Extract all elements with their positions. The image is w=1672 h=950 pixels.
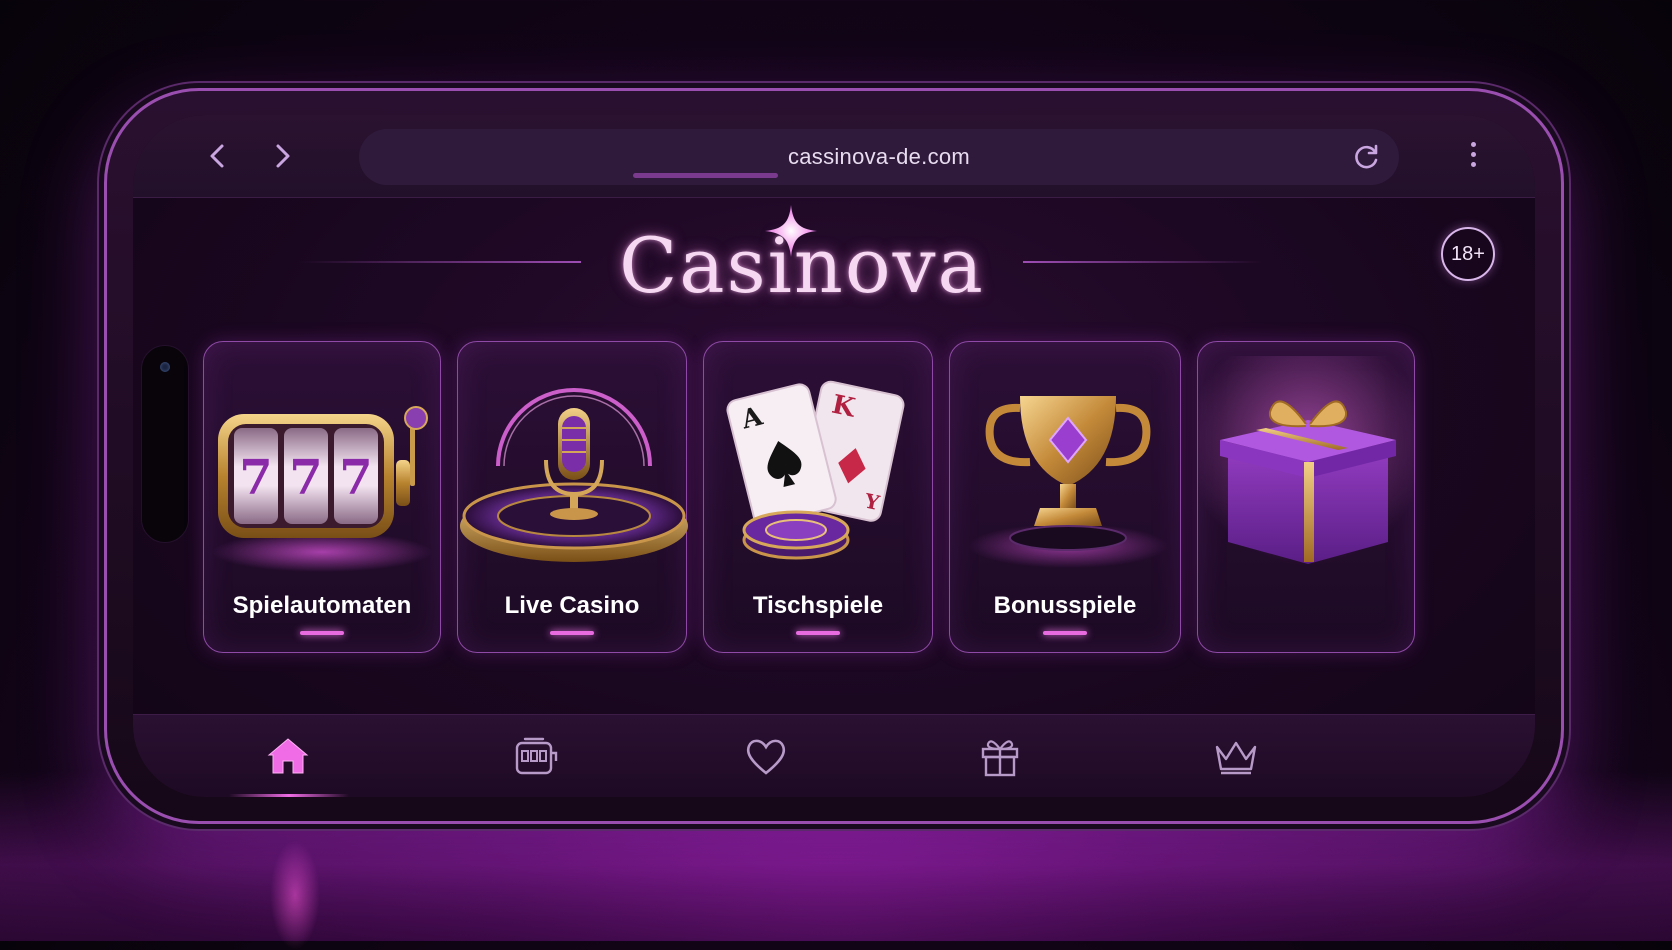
active-tab-indicator	[229, 794, 349, 797]
category-label: Spielautomaten	[232, 592, 412, 619]
gift-box-icon	[1198, 356, 1416, 576]
brand-logo-text: Casinova	[619, 221, 985, 310]
category-card-slots[interactable]: 7 7 7 Spielautomaten	[203, 341, 441, 653]
svg-text:7: 7	[289, 450, 322, 506]
heart-icon	[746, 739, 786, 775]
nav-vip[interactable]	[1211, 731, 1261, 781]
back-button[interactable]	[199, 137, 237, 175]
nav-home[interactable]	[263, 731, 313, 781]
gift-icon	[981, 740, 1019, 777]
forward-button[interactable]	[263, 137, 301, 175]
category-label: Bonusspiele	[993, 592, 1137, 619]
nav-bonuses[interactable]	[975, 731, 1025, 781]
address-bar[interactable]: cassinova-de.com	[359, 129, 1399, 185]
nav-slots[interactable]	[511, 731, 561, 781]
divider-line-right	[1023, 261, 1263, 263]
phone-screen: cassinova-de.com Casinova 18+ 7 7 7 Spie…	[133, 115, 1535, 797]
chevron-right-icon	[276, 144, 290, 168]
more-vertical-icon[interactable]	[1465, 139, 1481, 175]
divider-line-left	[299, 261, 581, 263]
category-card-table-games[interactable]: K Y A Tischspiele	[703, 341, 933, 653]
microphone-roulette-icon	[460, 388, 688, 562]
category-card-gift[interactable]	[1197, 341, 1416, 653]
crown-icon	[1215, 741, 1257, 775]
browser-toolbar: cassinova-de.com	[133, 115, 1535, 198]
category-grid: 7 7 7 Spielautomaten Live Casino K Y A T…	[203, 341, 1416, 653]
category-label: Live Casino	[504, 592, 640, 619]
url-text[interactable]: cassinova-de.com	[359, 129, 1399, 185]
playing-cards-icon: K Y A	[726, 380, 905, 560]
brand-header: Casinova	[133, 201, 1535, 321]
category-underline	[550, 631, 594, 635]
phone-side-button	[633, 173, 778, 178]
bottom-navigation	[133, 714, 1535, 797]
camera-notch	[141, 345, 189, 543]
slot-machine-icon	[515, 737, 558, 775]
phone-frame: cassinova-de.com Casinova 18+ 7 7 7 Spie…	[104, 88, 1564, 824]
trophy-icon	[968, 396, 1168, 568]
nav-favorites[interactable]	[741, 731, 791, 781]
category-underline	[300, 631, 344, 635]
floor-reflection	[270, 840, 320, 950]
category-card-bonus-games[interactable]: Bonusspiele	[949, 341, 1181, 653]
category-label: Tischspiele	[752, 592, 884, 619]
home-icon	[267, 738, 309, 774]
reload-button[interactable]	[1351, 141, 1383, 173]
slot-machine-icon: 7 7 7	[212, 406, 432, 572]
category-underline	[1043, 631, 1087, 635]
svg-text:7: 7	[239, 450, 272, 506]
category-underline	[796, 631, 840, 635]
svg-text:7: 7	[339, 450, 372, 506]
age-restriction-badge: 18+	[1441, 227, 1495, 281]
chevron-left-icon	[210, 144, 224, 168]
category-card-live-casino[interactable]: Live Casino	[457, 341, 688, 653]
reload-icon	[1355, 144, 1378, 169]
camera-lens	[160, 362, 170, 372]
